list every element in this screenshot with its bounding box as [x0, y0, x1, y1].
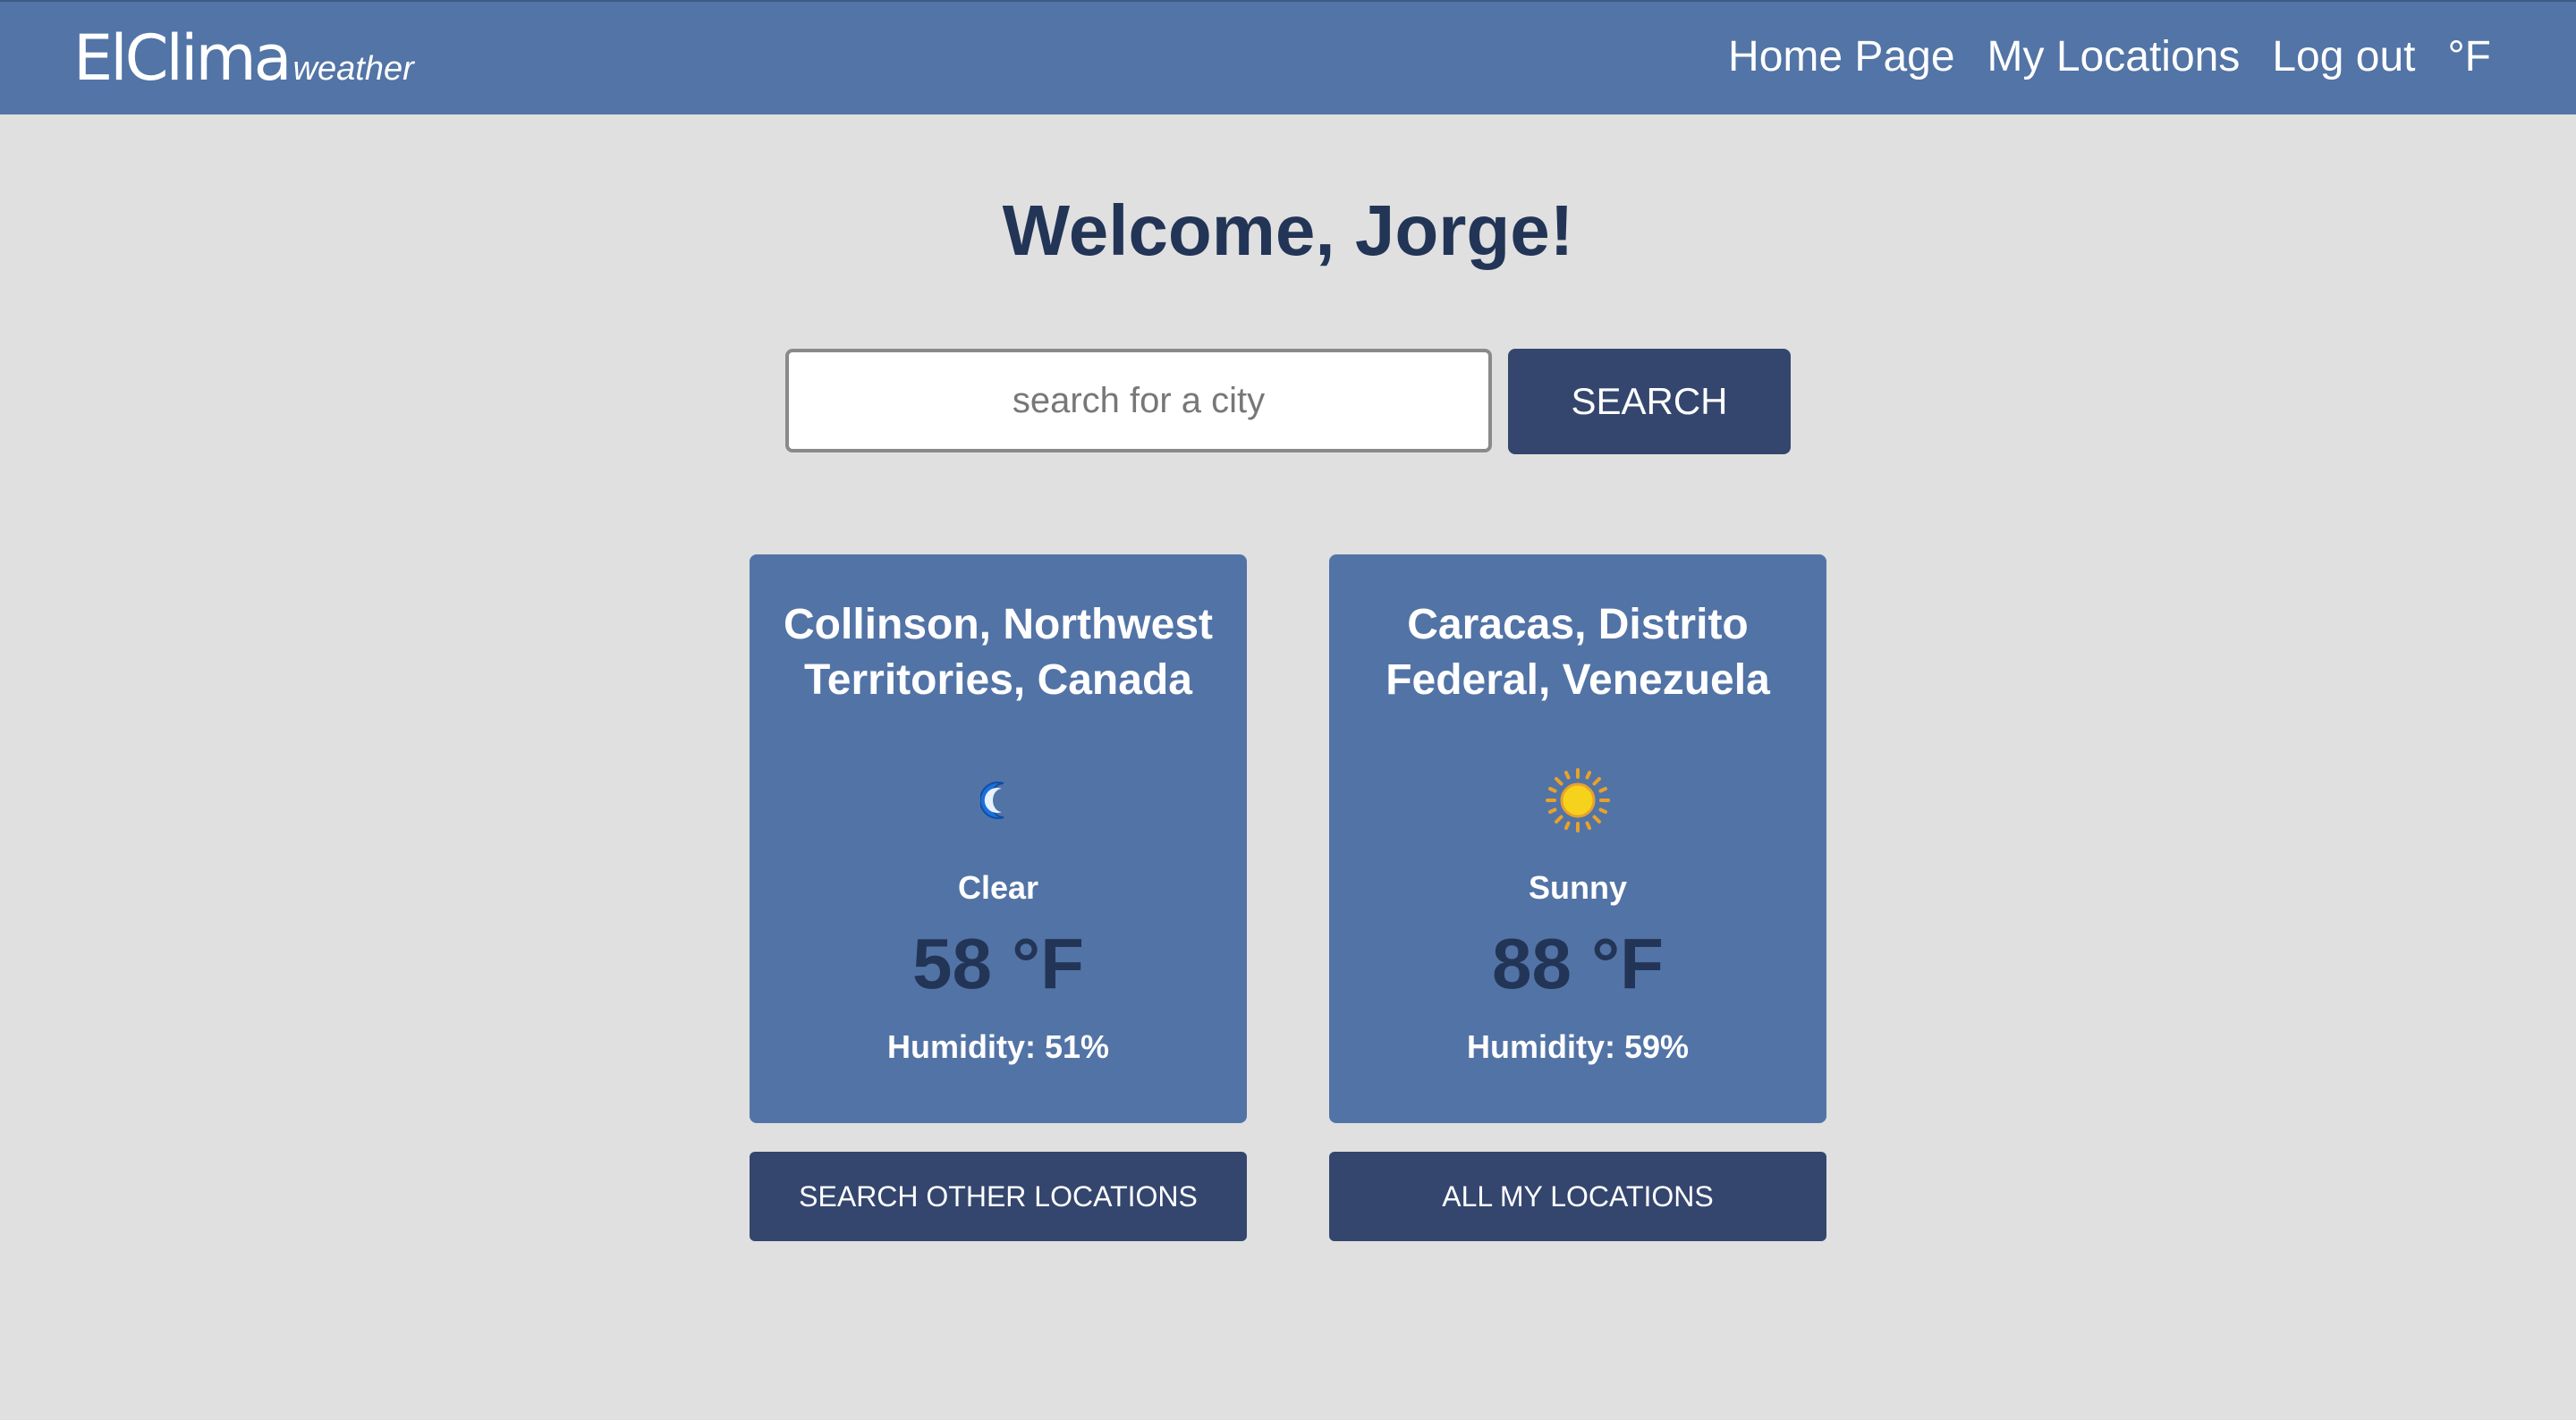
weather-card-caracas: Caracas, Distrito Federal, Venezuela Sun… [1329, 554, 1826, 1123]
card-location-title: Collinson, Northwest Territories, Canada [784, 601, 1213, 704]
top-navbar: ElClima weather Home Page My Locations Lo… [0, 0, 2576, 114]
brand-logo[interactable]: ElClima weather [73, 21, 414, 95]
crescent-moon-icon [750, 760, 1247, 841]
search-button[interactable]: SEARCH [1508, 349, 1791, 454]
nav-logout-link[interactable]: Log out [2272, 32, 2415, 81]
card-temperature: 58 °F [911, 924, 1085, 1003]
nav-my-locations-link[interactable]: My Locations [1987, 32, 2241, 81]
page-title: Welcome, Jorge! [1002, 190, 1574, 270]
unit-toggle-link[interactable]: °F [2447, 32, 2491, 81]
all-my-locations-button[interactable]: ALL MY LOCATIONS [1329, 1152, 1826, 1241]
nav-home-link[interactable]: Home Page [1728, 32, 1954, 81]
card-condition: Clear [957, 869, 1039, 906]
card-condition: Sunny [1528, 869, 1627, 906]
card-location-title: Caracas, Distrito Federal, Venezuela [1385, 601, 1770, 704]
brand-name: ElClima [73, 21, 292, 95]
search-input[interactable] [785, 349, 1492, 452]
card-humidity: Humidity: 59% [1466, 1028, 1690, 1065]
search-other-locations-button[interactable]: SEARCH OTHER LOCATIONS [750, 1152, 1247, 1241]
sun-icon [1329, 760, 1826, 841]
brand-tagline: weather [292, 50, 414, 88]
card-temperature: 88 °F [1491, 924, 1665, 1003]
nav-links: Home Page My Locations Log out °F [1728, 32, 2491, 81]
weather-card-collinson: Collinson, Northwest Territories, Canada… [750, 554, 1247, 1123]
card-humidity: Humidity: 51% [886, 1028, 1110, 1065]
